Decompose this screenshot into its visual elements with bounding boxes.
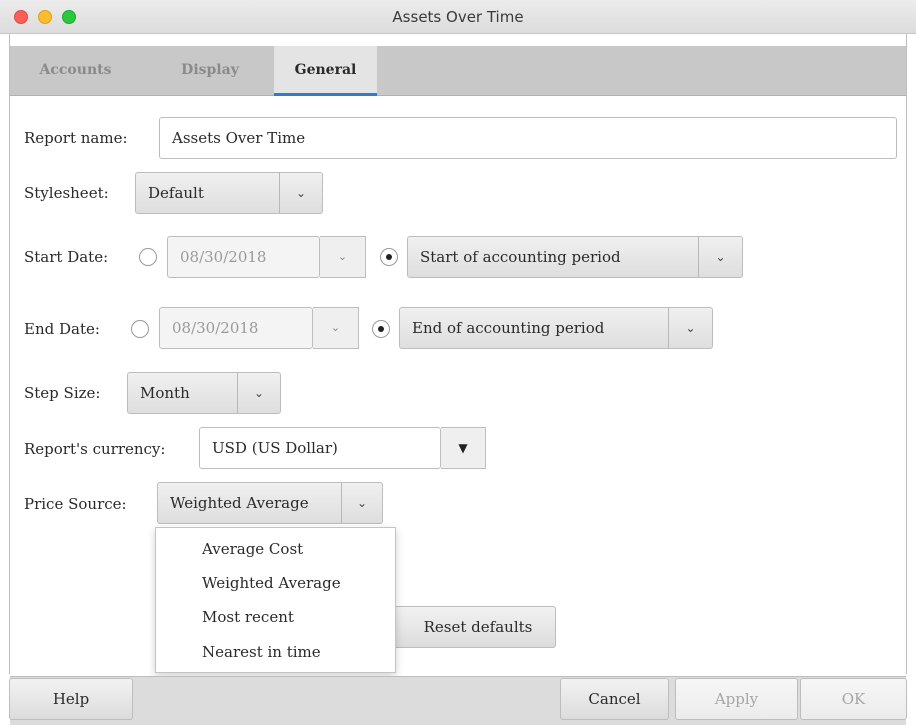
option-most-recent[interactable]: Most recent — [202, 608, 294, 626]
price-source-dropdown: Average Cost Weighted Average Most recen… — [155, 527, 396, 673]
tab-accounts[interactable]: Accounts — [18, 46, 133, 96]
option-weighted-average[interactable]: Weighted Average — [202, 574, 341, 592]
start-date-label: Start Date: — [24, 248, 109, 266]
end-date-relative-radio[interactable] — [372, 320, 390, 338]
price-source-select[interactable]: Weighted Average ⌄ — [157, 482, 383, 524]
currency-select[interactable]: USD (US Dollar) — [199, 427, 441, 469]
triangle-down-icon[interactable]: ▼ — [441, 427, 486, 469]
apply-button[interactable]: Apply — [675, 678, 798, 720]
report-name-input[interactable]: Assets Over Time — [159, 117, 897, 159]
start-date-relative-value: Start of accounting period — [420, 248, 621, 266]
end-date-relative-select[interactable]: End of accounting period ⌄ — [399, 307, 713, 349]
chevron-down-icon: ⌄ — [685, 321, 696, 335]
help-button[interactable]: Help — [9, 678, 133, 720]
cancel-button[interactable]: Cancel — [560, 678, 669, 720]
tab-general[interactable]: General — [274, 46, 377, 96]
end-date-chevron-down-icon[interactable]: ⌄ — [313, 307, 359, 349]
end-date-label: End Date: — [24, 320, 100, 338]
price-source-label: Price Source: — [24, 495, 127, 513]
chevron-down-icon: ⌄ — [715, 250, 726, 264]
currency-label: Report's currency: — [24, 440, 166, 458]
start-date-chevron-down-icon[interactable]: ⌄ — [320, 236, 366, 278]
stylesheet-select[interactable]: Default ⌄ — [135, 172, 323, 214]
step-size-select[interactable]: Month ⌄ — [127, 372, 281, 414]
end-date-input[interactable]: 08/30/2018 — [159, 307, 313, 349]
title-bar: Assets Over Time — [0, 0, 916, 34]
start-date-input[interactable]: 08/30/2018 — [167, 236, 320, 278]
report-name-label: Report name: — [24, 129, 128, 147]
stylesheet-value: Default — [148, 184, 204, 202]
tab-display[interactable]: Display — [160, 46, 260, 96]
chevron-down-icon: ⌄ — [295, 186, 307, 200]
start-date-relative-radio[interactable] — [380, 248, 398, 266]
step-size-label: Step Size: — [24, 384, 101, 402]
end-date-absolute-radio[interactable] — [131, 320, 149, 338]
chevron-down-icon: ⌄ — [356, 496, 368, 510]
start-date-relative-select[interactable]: Start of accounting period ⌄ — [407, 236, 743, 278]
tab-bar: Accounts Display General — [10, 46, 906, 96]
end-date-relative-value: End of accounting period — [412, 319, 605, 337]
ok-button[interactable]: OK — [800, 678, 907, 720]
chevron-down-icon: ⌄ — [253, 386, 265, 400]
step-size-value: Month — [140, 384, 190, 402]
start-date-absolute-radio[interactable] — [139, 248, 157, 266]
price-source-value: Weighted Average — [170, 494, 309, 512]
window-title: Assets Over Time — [392, 8, 524, 26]
stylesheet-label: Stylesheet: — [24, 184, 109, 202]
option-nearest-in-time[interactable]: Nearest in time — [202, 643, 321, 661]
option-average-cost[interactable]: Average Cost — [202, 540, 303, 558]
